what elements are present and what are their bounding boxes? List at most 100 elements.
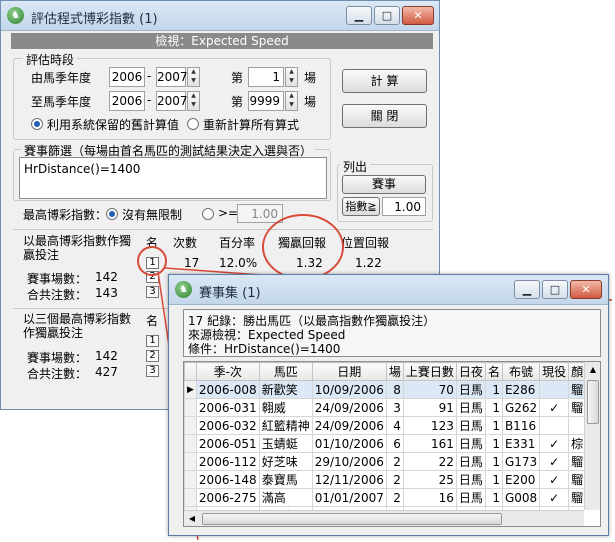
unlimited-label[interactable]: 沒有無限制 xyxy=(122,206,182,223)
race-set-window: ♞ 賽事集 (1) ▁ □ ✕ 17 紀錄：勝出馬匹（以最高指數作獨贏投注） 來… xyxy=(168,274,609,536)
list-index-value-field[interactable]: 1.00 xyxy=(382,197,426,216)
section1-rank1-button[interactable]: 1 xyxy=(146,257,159,269)
scroll-up-arrow-icon[interactable]: ▲ xyxy=(585,362,600,378)
from-race-spinner[interactable]: ▲ ▼ xyxy=(285,67,298,87)
section1-bet-value: 143 xyxy=(95,286,118,300)
to-race-spinner[interactable]: ▲ ▼ xyxy=(285,91,298,111)
greater-equal-icon: ≧ xyxy=(367,200,377,213)
row-indicator xyxy=(184,488,197,507)
table-cell: 3 xyxy=(385,398,404,417)
row-indicator xyxy=(184,452,197,471)
table-row[interactable]: ▶2006-008新歡笑10/09/2006870日馬1E286騮林文 xyxy=(184,380,584,399)
table-cell: 2 xyxy=(385,452,404,471)
filter-expression-input[interactable]: HrDistance()=1400 xyxy=(19,157,327,199)
table-cell: 2006-032 xyxy=(195,416,260,435)
view-banner: 檢視：Expected Speed xyxy=(11,33,433,49)
column-header[interactable]: 季-次 xyxy=(195,362,260,381)
recalc-label[interactable]: 重新計算所有算式 xyxy=(203,116,299,133)
calculate-button[interactable]: 計 算 xyxy=(342,69,427,93)
table-row[interactable]: 2006-031翱威24/09/2006391日馬1G262✓騮周永 xyxy=(184,398,584,417)
column-header[interactable]: 布號 xyxy=(501,362,541,381)
table-cell: 騮 xyxy=(568,380,584,399)
row-indicator xyxy=(184,416,197,435)
from-year-b-field[interactable]: 2007 xyxy=(156,67,188,87)
ge-label[interactable]: >= xyxy=(218,206,238,220)
recalc-radio[interactable] xyxy=(187,118,199,130)
to-year-a-field[interactable]: 2006 xyxy=(109,91,145,111)
table-row[interactable]: 2006-148泰寶馬12/11/2006225日馬1E200✓騮伍焯 xyxy=(184,470,584,489)
section2-race-label: 賽事場數： xyxy=(27,351,88,365)
vertical-scrollbar[interactable]: ▲ xyxy=(584,362,600,510)
horizontal-scroll-thumb[interactable] xyxy=(202,513,502,525)
table-cell: 日馬 xyxy=(455,380,486,399)
list-index-label: 指數 xyxy=(345,200,368,213)
race-grid[interactable]: 季-次馬匹日期場上賽日數日夜名布號現役顏色馬主 ▶2006-008新歡笑10/0… xyxy=(183,361,601,527)
use-saved-radio[interactable] xyxy=(31,118,43,130)
table-row[interactable]: 2006-112好芝味29/10/2006222日馬1G173✓騮馬宗 xyxy=(184,452,584,471)
from-race-suffix: 場 xyxy=(304,71,317,85)
close-window-button[interactable]: ✕ xyxy=(402,6,434,25)
column-header[interactable]: 場 xyxy=(385,362,404,381)
column-header[interactable]: 馬匹 xyxy=(258,362,313,381)
section1-rank2-button[interactable]: 2 xyxy=(146,271,159,283)
table-cell: 8 xyxy=(385,380,404,399)
list-races-label: 賽事 xyxy=(371,177,396,191)
table-cell: G008 xyxy=(501,488,541,507)
popup-titlebar[interactable]: ♞ 賽事集 (1) ▁ □ ✕ xyxy=(169,275,608,305)
section1-bet-label: 合共注數： xyxy=(27,288,88,302)
horizontal-scrollbar[interactable]: ◀ xyxy=(184,510,584,526)
vertical-scroll-thumb[interactable] xyxy=(587,380,599,424)
max-index-value-field[interactable]: 1.00 xyxy=(237,204,283,223)
from-year-spinner[interactable]: ▲ ▼ xyxy=(187,67,200,87)
table-row[interactable]: 2006-051玉蜻蜓01/10/20066161日馬1E331✓棕吳啟 xyxy=(184,434,584,453)
table-cell: 1 xyxy=(484,470,503,489)
popup-close-button[interactable]: ✕ xyxy=(570,280,602,299)
table-cell: B116 xyxy=(501,416,541,435)
table-row[interactable]: 2006-032紅籃精神24/09/20064123日馬1B116紅籃 xyxy=(184,416,584,435)
to-year-spinner[interactable]: ▲ ▼ xyxy=(187,91,200,111)
popup-maximize-button[interactable]: □ xyxy=(542,280,568,299)
popup-minimize-button[interactable]: ▁ xyxy=(514,280,540,299)
table-cell: 22 xyxy=(402,452,457,471)
scroll-left-arrow-icon[interactable]: ◀ xyxy=(184,511,200,526)
info-line-condition: 條件：HrDistance()=1400 xyxy=(188,342,341,356)
column-header[interactable]: 日期 xyxy=(311,362,387,381)
table-cell: 日馬 xyxy=(455,488,486,507)
row-indicator-header xyxy=(184,362,197,381)
section1-rank3-button[interactable]: 3 xyxy=(146,286,159,298)
win-return-header: 獨贏回報 xyxy=(278,236,327,250)
table-cell: 2006-051 xyxy=(195,434,260,453)
maximize-button[interactable]: □ xyxy=(374,6,400,25)
table-cell: 1 xyxy=(484,434,503,453)
to-year-b-field[interactable]: 2007 xyxy=(156,91,188,111)
main-titlebar[interactable]: ♞ 評估程式博彩指數 (1) ▁ □ ✕ xyxy=(1,1,439,31)
race-table-body: ▶2006-008新歡笑10/09/2006870日馬1E286騮林文2006-… xyxy=(184,380,584,510)
section2-rank3-button[interactable]: 3 xyxy=(146,365,159,377)
use-saved-label[interactable]: 利用系統保留的舊計算值 xyxy=(47,116,179,133)
to-season-label: 至馬季年度 xyxy=(31,95,92,109)
from-race-prefix: 第 xyxy=(231,71,244,85)
section1-row1-count: 17 xyxy=(184,256,200,270)
list-index-button[interactable]: 指數≧ xyxy=(342,197,380,216)
column-header[interactable]: 上賽日數 xyxy=(402,362,457,381)
table-cell: 泰寶馬 xyxy=(258,470,313,489)
section2-rank1-button[interactable]: 1 xyxy=(146,335,159,347)
list-races-button[interactable]: 賽事 xyxy=(342,175,426,194)
column-header[interactable]: 名 xyxy=(484,362,503,381)
unlimited-radio[interactable] xyxy=(106,208,118,220)
column-header[interactable]: 日夜 xyxy=(455,362,486,381)
from-year-a-field[interactable]: 2006 xyxy=(109,67,145,87)
section1-row1-place: 1.22 xyxy=(355,256,382,270)
to-race-field[interactable]: 9999 xyxy=(248,91,284,111)
section1-title: 以最高博彩指數作獨贏投注 xyxy=(23,234,132,262)
section2-rank2-button[interactable]: 2 xyxy=(146,350,159,362)
table-row[interactable]: 2006-275滿高01/01/2007216日馬1G008✓騮李國 xyxy=(184,488,584,507)
column-header[interactable]: 顏色 xyxy=(568,362,584,381)
table-cell: 騮 xyxy=(568,452,584,471)
ge-radio[interactable] xyxy=(202,208,214,220)
close-button[interactable]: 關 閉 xyxy=(342,104,427,128)
minimize-button[interactable]: ▁ xyxy=(346,6,372,25)
from-race-field[interactable]: 1 xyxy=(248,67,284,87)
column-header[interactable]: 現役 xyxy=(539,362,570,381)
table-cell: 2006-008 xyxy=(195,380,260,399)
